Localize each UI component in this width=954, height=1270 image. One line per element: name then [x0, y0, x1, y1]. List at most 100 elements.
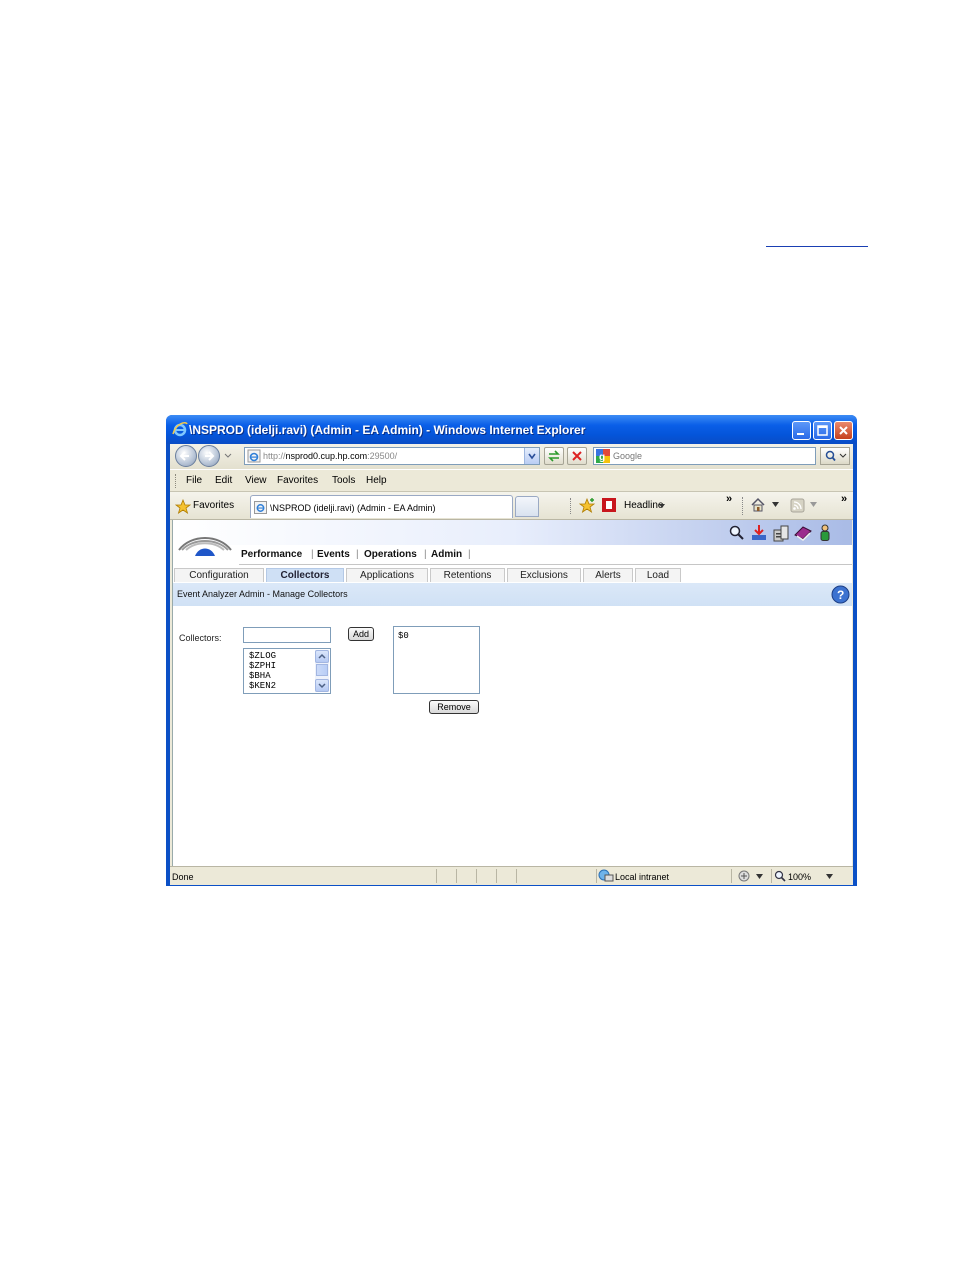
tab-applications[interactable]: Applications: [346, 568, 428, 582]
url-host: nsprod0.cup.hp.com: [285, 451, 368, 461]
address-input[interactable]: http://nsprod0.cup.hp.com:29500/: [244, 447, 540, 465]
nav-admin[interactable]: Admin: [431, 549, 462, 560]
browser-tab-active[interactable]: \NSPROD (idelji.ravi) (Admin - EA Admin): [250, 495, 513, 518]
user-icon[interactable]: [816, 524, 834, 542]
scroll-up-button[interactable]: [315, 650, 329, 663]
recent-pages-dropdown-icon[interactable]: [223, 449, 233, 461]
zoom-level[interactable]: 100%: [788, 872, 811, 882]
maximize-button[interactable]: [813, 421, 832, 440]
address-toolbar: http://nsprod0.cup.hp.com:29500/ g Googl…: [170, 444, 853, 469]
protected-mode-dropdown-icon[interactable]: [756, 874, 763, 880]
search-placeholder: Google: [613, 451, 643, 461]
menu-help[interactable]: Help: [366, 475, 387, 486]
selected-collectors-list[interactable]: $0: [393, 626, 480, 694]
menu-file[interactable]: File: [186, 475, 202, 486]
tab-load[interactable]: Load: [635, 568, 681, 582]
feeds-dropdown-icon[interactable]: [810, 502, 817, 508]
status-cell: [456, 869, 476, 883]
address-dropdown-button[interactable]: [524, 448, 539, 464]
home-dropdown-icon[interactable]: [772, 502, 779, 508]
app-header: [173, 520, 852, 545]
chevron-down-icon: [318, 683, 326, 689]
page-title: Event Analyzer Admin - Manage Collectors: [177, 589, 348, 599]
favorites-bar: Favorites \NSPROD (idelji.ravi) (Admin -…: [170, 492, 853, 520]
toolbar-separator: [742, 497, 744, 515]
zoom-icon: [774, 870, 786, 882]
tab-exclusions[interactable]: Exclusions: [507, 568, 581, 582]
list-item[interactable]: $0: [398, 631, 409, 641]
chevron-more-icon[interactable]: »: [726, 493, 732, 505]
collector-input[interactable]: [243, 627, 331, 643]
stop-button[interactable]: [567, 447, 587, 465]
magnifier-icon[interactable]: [728, 524, 746, 542]
forward-button[interactable]: [198, 445, 220, 467]
internet-explorer-icon: [172, 422, 188, 437]
available-collectors-list[interactable]: $ZLOG $ZPHI $BHA $KEN2: [243, 648, 331, 694]
window-title: \NSPROD (idelji.ravi) (Admin - EA Admin)…: [189, 423, 586, 437]
list-item[interactable]: $KEN2: [249, 681, 276, 691]
new-tab-button[interactable]: [515, 496, 539, 517]
scroll-thumb[interactable]: [316, 664, 328, 676]
nav-events[interactable]: Events: [317, 549, 350, 560]
protected-mode-icon[interactable]: [737, 869, 751, 883]
document-link-underline[interactable]: [766, 246, 868, 247]
main-nav: Performance | Events | Operations | Admi…: [239, 546, 852, 565]
scroll-down-button[interactable]: [315, 679, 329, 692]
zoom-dropdown-icon[interactable]: [826, 874, 833, 880]
menu-tools[interactable]: Tools: [332, 475, 355, 486]
menu-favorites[interactable]: Favorites: [277, 475, 318, 486]
local-intranet-icon: [598, 869, 614, 882]
tab-alerts[interactable]: Alerts: [583, 568, 633, 582]
add-button[interactable]: Add: [348, 627, 374, 641]
web-page: Performance | Events | Operations | Admi…: [172, 520, 852, 866]
favorites-star-icon: [175, 499, 191, 514]
server-icon[interactable]: [772, 524, 790, 542]
list-item[interactable]: $BHA: [249, 671, 271, 681]
tab-retentions[interactable]: Retentions: [430, 568, 505, 582]
list-item[interactable]: $ZLOG: [249, 651, 276, 661]
nav-performance[interactable]: Performance: [241, 549, 302, 560]
tab-configuration[interactable]: Configuration: [174, 568, 264, 582]
menu-view[interactable]: View: [245, 475, 267, 486]
tab-page-icon: [254, 501, 267, 514]
header-toolbar: [728, 524, 838, 544]
search-input[interactable]: g Google: [593, 447, 816, 465]
nav-operations[interactable]: Operations: [364, 549, 417, 560]
search-button[interactable]: [820, 447, 850, 465]
status-text: Done: [172, 872, 194, 882]
page-icon: [247, 449, 261, 463]
book-icon[interactable]: [794, 524, 812, 542]
nav-separator: |: [356, 549, 359, 560]
menu-bar: File Edit View Favorites Tools Help: [170, 469, 853, 492]
add-favorite-icon[interactable]: [579, 498, 595, 513]
back-button[interactable]: [175, 445, 197, 467]
menu-edit[interactable]: Edit: [215, 475, 232, 486]
back-arrow-icon: [179, 451, 189, 461]
home-icon[interactable]: [750, 497, 766, 513]
status-cell: [496, 869, 516, 883]
chevron-up-icon: [318, 653, 326, 659]
admin-subtabs: Configuration Collectors Applications Re…: [173, 568, 852, 583]
favorites-button[interactable]: Favorites: [193, 500, 234, 511]
download-icon[interactable]: [750, 524, 768, 542]
refresh-button[interactable]: [544, 447, 564, 465]
help-icon[interactable]: ?: [831, 585, 850, 604]
toolbar-grip[interactable]: [175, 474, 178, 488]
tab-collectors[interactable]: Collectors: [266, 568, 344, 582]
chevron-more-icon-2[interactable]: »: [841, 493, 847, 505]
status-cell: [516, 869, 596, 883]
browser-window: \NSPROD (idelji.ravi) (Admin - EA Admin)…: [166, 415, 857, 886]
headline-dropdown-icon[interactable]: [658, 502, 666, 510]
security-zone: Local intranet: [615, 872, 670, 882]
chevron-down-icon: [528, 453, 536, 460]
remove-button[interactable]: Remove: [429, 700, 479, 714]
list-item[interactable]: $ZPHI: [249, 661, 276, 671]
close-icon: [839, 426, 848, 435]
status-bar: Done Local intranet 100%: [170, 866, 853, 885]
refresh-icon: [548, 450, 560, 462]
minimize-button[interactable]: [792, 421, 811, 440]
list-scrollbar[interactable]: [315, 650, 329, 692]
toolbar-separator: [570, 498, 572, 514]
close-button[interactable]: [834, 421, 853, 440]
feeds-icon[interactable]: [790, 498, 805, 513]
